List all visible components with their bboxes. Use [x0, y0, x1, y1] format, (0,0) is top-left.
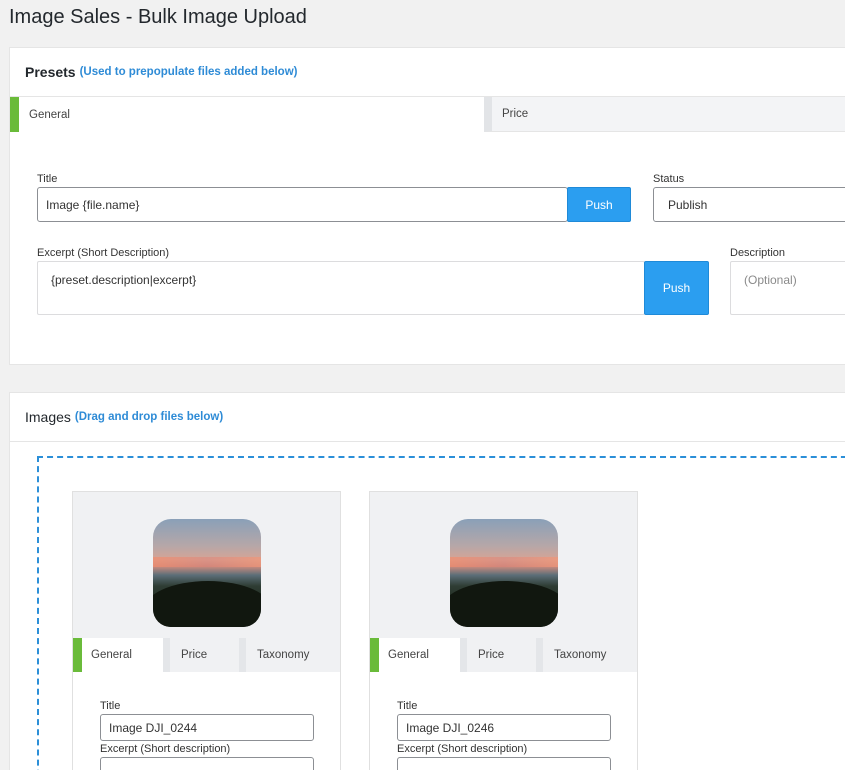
status-select[interactable]: Publish	[653, 187, 845, 222]
card-thumbnail-area	[370, 492, 637, 638]
card-tab-general[interactable]: General	[370, 638, 460, 672]
page-title: Image Sales - Bulk Image Upload	[9, 6, 307, 28]
title-label: Title	[37, 173, 58, 185]
image-thumbnail	[153, 519, 261, 627]
tab-price[interactable]: Price	[484, 97, 845, 132]
card-title-input[interactable]: Image DJI_0246	[397, 714, 611, 741]
presets-hint: (Used to prepopulate files added below)	[79, 66, 298, 78]
excerpt-push-button[interactable]: Push	[644, 261, 709, 315]
images-header: Images (Drag and drop files below)	[10, 393, 845, 442]
card-thumbnail-area	[73, 492, 340, 638]
card-tab-taxonomy[interactable]: Taxonomy	[536, 638, 637, 672]
presets-header: Presets (Used to prepopulate files added…	[10, 48, 845, 97]
excerpt-label: Excerpt (Short Description)	[37, 247, 170, 259]
card-tab-general[interactable]: General	[73, 638, 163, 672]
preset-excerpt-textarea[interactable]: {preset.description|excerpt}	[37, 261, 645, 315]
status-label: Status	[653, 173, 685, 185]
image-card: General Price Taxonomy Title Image DJI_0…	[72, 491, 341, 770]
card-tabs: General Price Taxonomy	[370, 638, 637, 672]
card-title-label: Title	[397, 700, 418, 712]
title-push-button[interactable]: Push	[567, 187, 631, 222]
tab-general[interactable]: General	[10, 97, 484, 132]
images-panel: Images (Drag and drop files below) Gener…	[9, 392, 845, 770]
card-excerpt-label: Excerpt (Short description)	[397, 743, 528, 755]
images-heading: Images	[25, 409, 71, 425]
image-thumbnail	[450, 519, 558, 627]
image-card: General Price Taxonomy Title Image DJI_0…	[369, 491, 638, 770]
card-tab-taxonomy[interactable]: Taxonomy	[239, 638, 340, 672]
image-dropzone[interactable]: General Price Taxonomy Title Image DJI_0…	[37, 456, 845, 770]
preset-title-input[interactable]: Image {file.name}	[37, 187, 568, 222]
card-tabs: General Price Taxonomy	[73, 638, 340, 672]
card-excerpt-label: Excerpt (Short description)	[100, 743, 231, 755]
presets-panel: Presets (Used to prepopulate files added…	[9, 47, 845, 365]
images-hint: (Drag and drop files below)	[74, 411, 224, 423]
card-title-input[interactable]: Image DJI_0244	[100, 714, 314, 741]
presets-heading: Presets	[25, 64, 76, 80]
presets-tabs: General Price	[10, 97, 845, 132]
card-title-label: Title	[100, 700, 121, 712]
card-excerpt-input[interactable]	[397, 757, 611, 770]
card-tab-price[interactable]: Price	[163, 638, 239, 672]
preset-description-textarea[interactable]: (Optional)	[730, 261, 845, 315]
card-excerpt-input[interactable]	[100, 757, 314, 770]
card-tab-price[interactable]: Price	[460, 638, 536, 672]
description-label: Description	[730, 247, 786, 259]
